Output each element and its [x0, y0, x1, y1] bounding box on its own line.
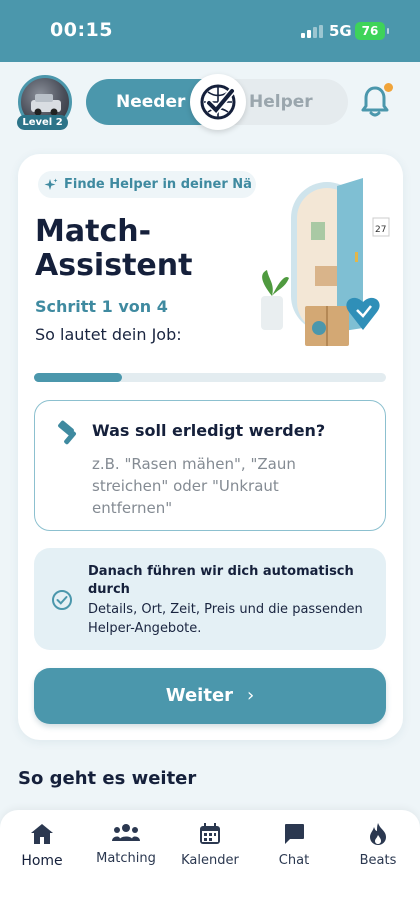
- status-time: 00:15: [50, 19, 113, 41]
- info-text: Details, Ort, Zeit, Preis und die passen…: [88, 602, 363, 636]
- nav-calendar[interactable]: Kalender: [170, 823, 250, 868]
- nav-label-beats: Beats: [359, 853, 397, 868]
- find-helper-pill: Finde Helper in deiner Nä: [38, 171, 256, 198]
- nav-label-calendar: Kalender: [181, 853, 239, 868]
- page-title: Match-Assistent: [35, 214, 193, 283]
- job-question: Was soll erledigt werden?: [92, 421, 326, 440]
- next-button-label: Weiter: [165, 685, 234, 706]
- chevron-right-icon: ›: [247, 685, 255, 706]
- job-subtitle: So lautet dein Job:: [35, 325, 182, 344]
- toggle-helper[interactable]: Helper: [249, 79, 313, 125]
- notification-dot: [384, 83, 393, 92]
- home-icon: [31, 824, 53, 844]
- svg-text:27: 27: [375, 225, 386, 235]
- signal-icon: [301, 25, 323, 38]
- nav-label-home: Home: [21, 853, 63, 869]
- nav-chat[interactable]: Chat: [254, 823, 334, 868]
- step-progress-bar: [34, 373, 386, 382]
- hammer-icon: [56, 420, 82, 450]
- check-circle-icon: [51, 589, 73, 615]
- calendar-icon: [200, 823, 220, 844]
- door-illustration: 27: [253, 170, 393, 354]
- step-indicator: Schritt 1 von 4: [35, 297, 168, 316]
- flame-icon: [370, 823, 386, 845]
- nav-label-matching: Matching: [96, 851, 156, 866]
- progress-fill: [34, 373, 122, 382]
- nav-home[interactable]: Home: [2, 823, 82, 869]
- network-label: 5G: [329, 22, 352, 40]
- people-icon: [112, 824, 140, 841]
- nav-matching[interactable]: Matching: [86, 823, 166, 866]
- job-input-placeholder[interactable]: z.B. "Rasen mähen", "Zaun streichen" ode…: [92, 453, 362, 519]
- level-badge: Level 2: [17, 115, 68, 130]
- chat-icon: [285, 824, 304, 844]
- app-logo-icon: [190, 74, 246, 130]
- info-title: Danach führen wir dich automatisch durch: [88, 564, 354, 597]
- status-bar: 00:15 5G 76: [0, 0, 420, 62]
- nav-beats[interactable]: Beats: [338, 823, 418, 868]
- section-heading: So geht es weiter: [18, 768, 197, 789]
- next-button[interactable]: Weiter ›: [34, 668, 386, 724]
- nav-label-chat: Chat: [278, 853, 310, 868]
- sparkle-icon: [44, 177, 58, 196]
- battery-icon: 76: [355, 22, 389, 40]
